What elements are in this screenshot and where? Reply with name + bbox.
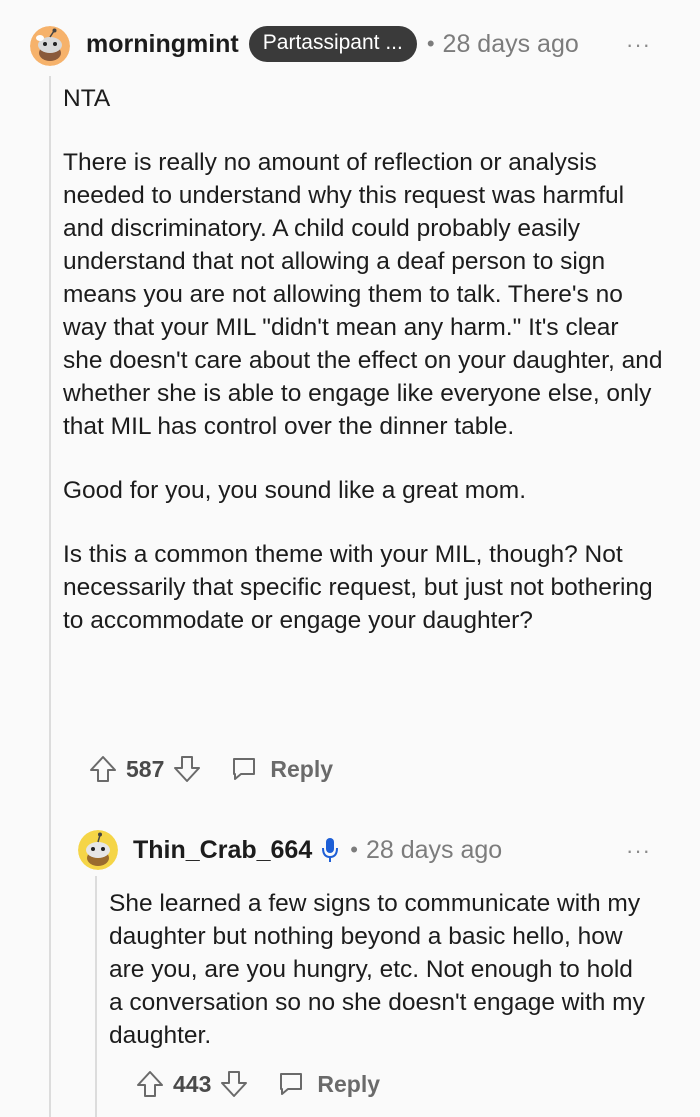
comment-paragraph: NTA: [63, 85, 111, 112]
comment-meta: morningmint Partassipant ... • 28 days a…: [86, 22, 579, 66]
more-options-icon[interactable]: ···: [626, 32, 651, 58]
separator-dot: •: [350, 837, 358, 862]
snoo-avatar-icon: [78, 830, 118, 870]
downvote-icon[interactable]: [172, 754, 202, 784]
timestamp: 28 days ago: [442, 29, 579, 58]
microphone-icon: [320, 836, 340, 864]
downvote-icon[interactable]: [219, 1069, 249, 1099]
avatar[interactable]: [30, 26, 70, 66]
more-options-icon[interactable]: ···: [626, 838, 651, 864]
comment-bubble-icon: [233, 758, 256, 780]
reply-label: Reply: [317, 1070, 381, 1097]
reply-actions: 443 Reply: [135, 1067, 380, 1101]
comment-paragraph: Is this a common theme with your MIL, th…: [63, 541, 653, 634]
separator-dot: •: [426, 31, 435, 56]
timestamp: 28 days ago: [365, 835, 503, 864]
username[interactable]: Thin_Crab_664: [133, 836, 312, 865]
reply-button[interactable]: Reply: [230, 755, 333, 783]
comment-body: NTA There is really no amount of reflect…: [63, 82, 663, 637]
reply-label: Reply: [270, 755, 334, 782]
vote-count: 443: [173, 1070, 212, 1097]
username[interactable]: morningmint: [86, 30, 239, 59]
upvote-icon[interactable]: [88, 754, 118, 784]
thread-line[interactable]: [49, 76, 51, 1117]
thread-line-reply[interactable]: [95, 876, 97, 1117]
comment-bubble-icon: [280, 1073, 303, 1095]
reply-paragraph: She learned a few signs to communicate w…: [109, 890, 645, 1049]
reply-body: She learned a few signs to communicate w…: [109, 887, 649, 1052]
comment-actions: 587 Reply: [88, 752, 333, 786]
snoo-avatar-icon: [30, 26, 70, 66]
comment-paragraph: Good for you, you sound like a great mom…: [63, 477, 527, 504]
vote-count: 587: [126, 755, 165, 782]
upvote-icon[interactable]: [135, 1069, 165, 1099]
avatar[interactable]: [78, 830, 118, 870]
reply-meta: Thin_Crab_664 • 28 days ago: [133, 828, 502, 872]
user-flair: Partassipant ...: [248, 26, 417, 62]
reply-button[interactable]: Reply: [277, 1070, 380, 1098]
comment-paragraph: There is really no amount of reflection …: [63, 149, 663, 440]
